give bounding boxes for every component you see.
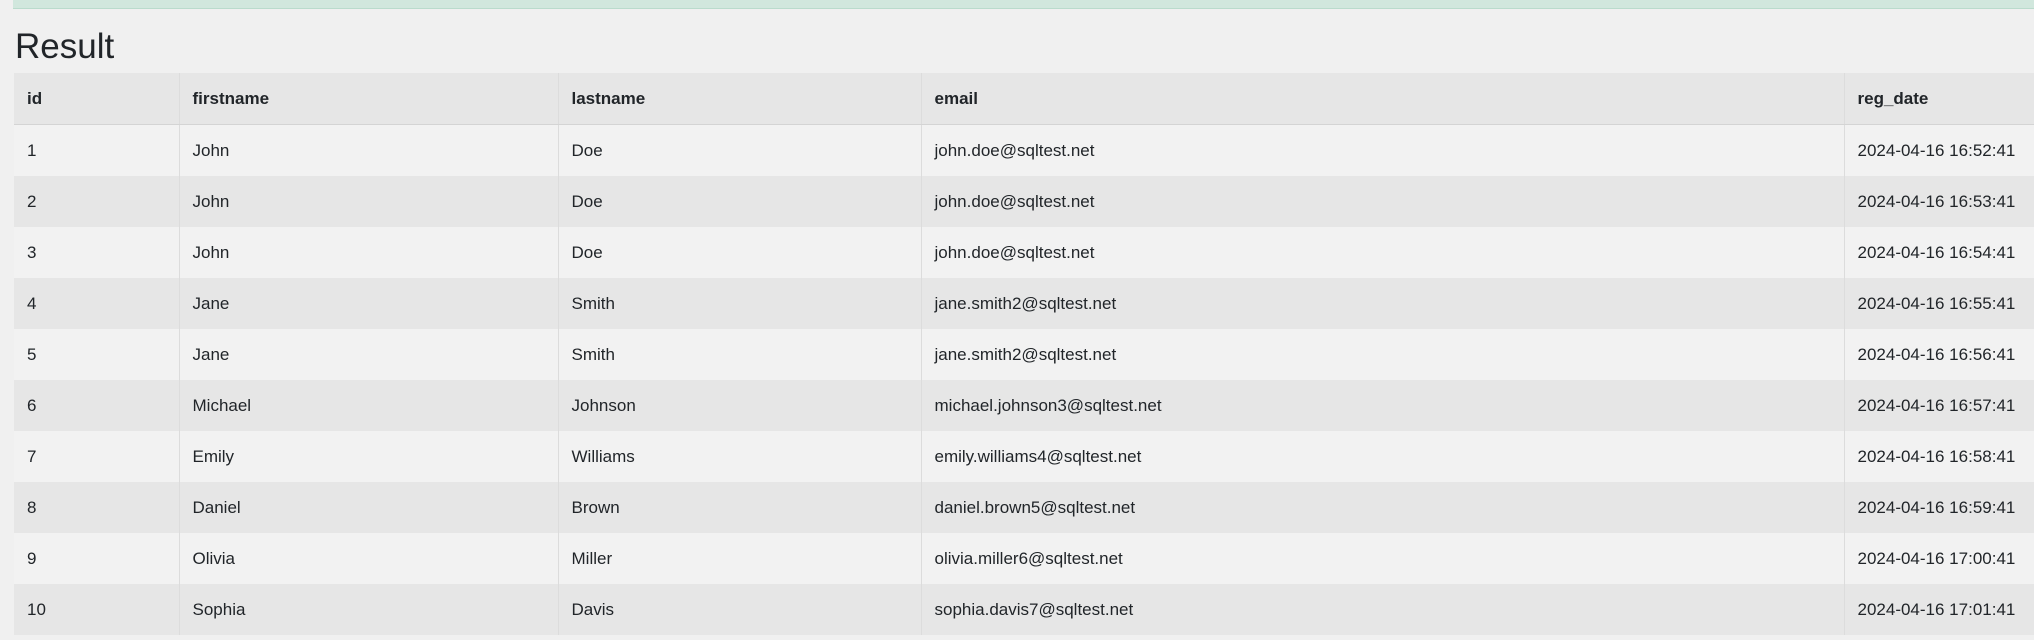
cell-lastname: Doe (557, 124, 921, 176)
cell-email: john.doe@sqltest.net (920, 176, 1844, 227)
column-header-id: id (14, 73, 179, 125)
success-alert-bar (13, 0, 2034, 9)
table-row: 4 Jane Smith jane.smith2@sqltest.net 2024-04… (14, 278, 2034, 329)
page: Result id firstname lastname email reg_d… (0, 0, 2034, 640)
cell-email: michael.johnson3@sqltest.net (920, 380, 1844, 431)
column-header-reg-date: reg_date (1843, 73, 2034, 125)
cell-reg-date: 2024-04-16 16:59:41 (1843, 482, 2034, 533)
cell-reg-date: 2024-04-16 17:00:41 (1843, 533, 2034, 584)
cell-lastname: Davis (557, 584, 921, 635)
cell-lastname: Brown (557, 482, 921, 533)
cell-firstname: John (178, 124, 558, 176)
cell-firstname: Jane (178, 329, 558, 380)
cell-lastname: Doe (557, 176, 921, 227)
column-header-email: email (920, 73, 1844, 125)
cell-email: emily.williams4@sqltest.net (920, 431, 1844, 482)
cell-firstname: John (178, 176, 558, 227)
cell-id: 8 (14, 482, 179, 533)
cell-firstname: Emily (178, 431, 558, 482)
column-header-firstname: firstname (178, 73, 558, 125)
cell-id: 3 (14, 227, 179, 278)
table-row: 9 Olivia Miller olivia.miller6@sqltest.net 2… (14, 533, 2034, 584)
table-row: 6 Michael Johnson michael.johnson3@sqltest.… (14, 380, 2034, 431)
cell-id: 2 (14, 176, 179, 227)
cell-email: olivia.miller6@sqltest.net (920, 533, 1844, 584)
cell-id: 5 (14, 329, 179, 380)
cell-id: 6 (14, 380, 179, 431)
cell-reg-date: 2024-04-16 16:58:41 (1843, 431, 2034, 482)
cell-reg-date: 2024-04-16 17:01:41 (1843, 584, 2034, 635)
table-row: 5 Jane Smith jane.smith2@sqltest.net 2024-04… (14, 329, 2034, 380)
column-header-lastname: lastname (557, 73, 921, 125)
cell-lastname: Williams (557, 431, 921, 482)
cell-id: 10 (14, 584, 179, 635)
result-table-container: id firstname lastname email reg_date 1 Jo… (14, 73, 2034, 635)
table-body: 1 John Doe john.doe@sqltest.net 2024-04-16 1… (14, 124, 2034, 635)
table-header: id firstname lastname email reg_date (14, 73, 2034, 125)
cell-reg-date: 2024-04-16 16:56:41 (1843, 329, 2034, 380)
header-row: id firstname lastname email reg_date (14, 73, 2034, 125)
cell-firstname: John (178, 227, 558, 278)
cell-email: john.doe@sqltest.net (920, 227, 1844, 278)
cell-lastname: Doe (557, 227, 921, 278)
cell-reg-date: 2024-04-16 16:57:41 (1843, 380, 2034, 431)
cell-firstname: Daniel (178, 482, 558, 533)
cell-email: john.doe@sqltest.net (920, 124, 1844, 176)
cell-reg-date: 2024-04-16 16:53:41 (1843, 176, 2034, 227)
cell-firstname: Sophia (178, 584, 558, 635)
cell-email: daniel.brown5@sqltest.net (920, 482, 1844, 533)
cell-reg-date: 2024-04-16 16:52:41 (1843, 124, 2034, 176)
cell-reg-date: 2024-04-16 16:55:41 (1843, 278, 2034, 329)
cell-lastname: Smith (557, 329, 921, 380)
cell-id: 7 (14, 431, 179, 482)
cell-firstname: Michael (178, 380, 558, 431)
cell-lastname: Miller (557, 533, 921, 584)
cell-lastname: Smith (557, 278, 921, 329)
table-row: 7 Emily Williams emily.williams4@sqltest.ne… (14, 431, 2034, 482)
cell-id: 4 (14, 278, 179, 329)
table-row: 8 Daniel Brown daniel.brown5@sqltest.net 202… (14, 482, 2034, 533)
cell-email: jane.smith2@sqltest.net (920, 278, 1844, 329)
cell-email: jane.smith2@sqltest.net (920, 329, 1844, 380)
cell-firstname: Olivia (178, 533, 558, 584)
table-row: 10 Sophia Davis sophia.davis7@sqltest.net 20… (14, 584, 2034, 635)
result-heading: Result (15, 27, 115, 66)
cell-firstname: Jane (178, 278, 558, 329)
cell-id: 9 (14, 533, 179, 584)
cell-reg-date: 2024-04-16 16:54:41 (1843, 227, 2034, 278)
cell-lastname: Johnson (557, 380, 921, 431)
result-table: id firstname lastname email reg_date 1 Jo… (14, 73, 2034, 635)
table-row: 3 John Doe john.doe@sqltest.net 2024-04-16 1… (14, 227, 2034, 278)
table-row: 2 John Doe john.doe@sqltest.net 2024-04-16 1… (14, 176, 2034, 227)
cell-id: 1 (14, 124, 179, 176)
table-row: 1 John Doe john.doe@sqltest.net 2024-04-16 1… (14, 124, 2034, 176)
cell-email: sophia.davis7@sqltest.net (920, 584, 1844, 635)
